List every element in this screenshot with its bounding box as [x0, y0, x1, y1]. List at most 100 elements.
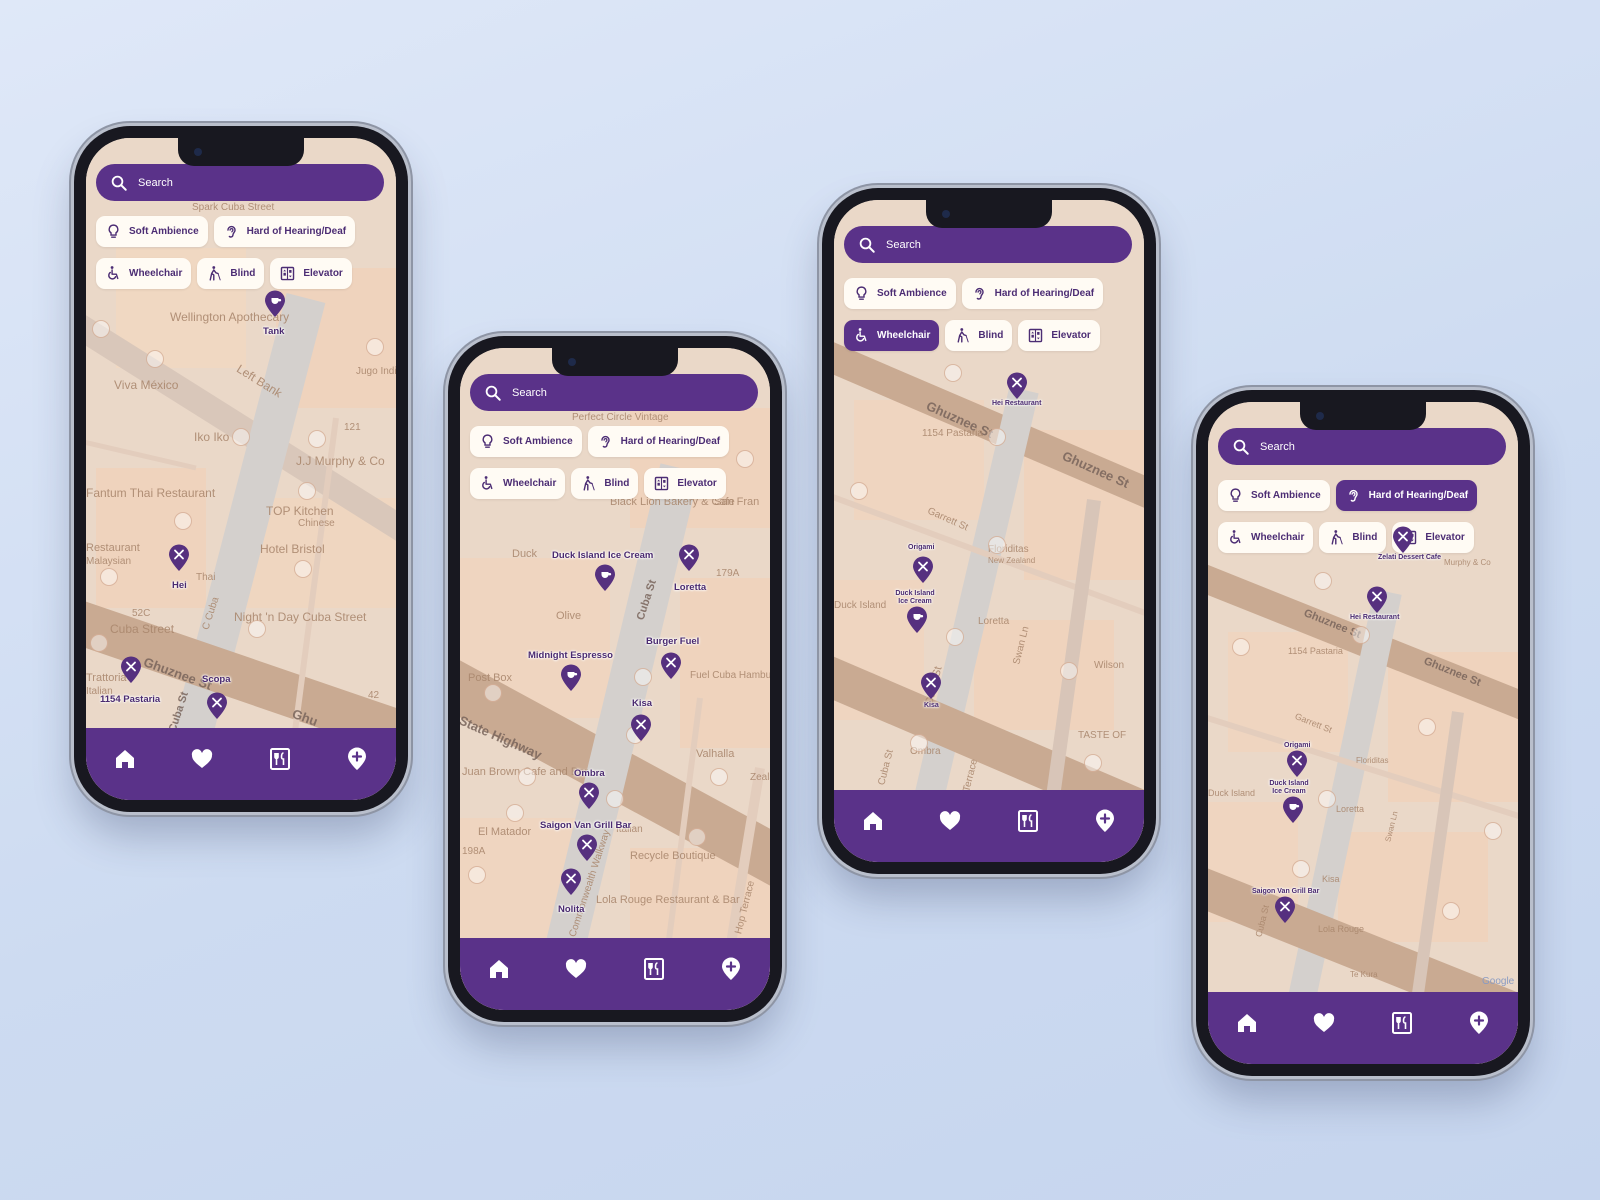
map-poi-icon[interactable]	[910, 734, 928, 752]
nav-menu-button[interactable]	[1015, 808, 1041, 834]
filter-chip-hearing[interactable]: Hard of Hearing/Deaf	[587, 426, 730, 457]
filter-chip-wheelchair[interactable]: Wheelchair	[1218, 522, 1314, 553]
map-label: Chinese	[298, 518, 335, 529]
nav-home-button[interactable]	[860, 808, 886, 834]
map-poi-icon[interactable]	[484, 684, 502, 702]
map-poi-icon[interactable]	[1418, 718, 1436, 736]
map-label: 1154 Pastaria	[922, 428, 983, 439]
map-poi-icon[interactable]	[944, 364, 962, 382]
restaurant-pin-icon[interactable]	[168, 544, 190, 572]
filter-chip-elevator[interactable]: Elevator	[644, 468, 726, 499]
map-poi-icon[interactable]	[988, 536, 1006, 554]
map-label: Kisa	[1322, 874, 1340, 884]
map-poi-icon[interactable]	[688, 828, 706, 846]
restaurant-pin-icon[interactable]	[630, 714, 652, 742]
map-poi-icon[interactable]	[988, 428, 1006, 446]
nav-favorites-button[interactable]	[937, 808, 963, 834]
map-poi-icon[interactable]	[366, 338, 384, 356]
filter-chip-blind[interactable]: Blind	[571, 468, 639, 499]
map-poi-icon[interactable]	[174, 512, 192, 530]
restaurant-pin-icon[interactable]	[1006, 372, 1028, 400]
filter-chip-blind[interactable]: Blind	[1319, 522, 1387, 553]
blind-walker-icon	[957, 328, 970, 343]
map-poi-icon[interactable]	[1352, 626, 1370, 644]
map-poi-icon[interactable]	[518, 768, 536, 786]
restaurant-pin-icon[interactable]	[678, 544, 700, 572]
map-poi-icon[interactable]	[294, 560, 312, 578]
map-poi-icon[interactable]	[1484, 822, 1502, 840]
nav-menu-button[interactable]	[1389, 1010, 1415, 1036]
map-poi-icon[interactable]	[606, 790, 624, 808]
filter-chip-hearing[interactable]: Hard of Hearing/Deaf	[961, 278, 1104, 309]
map-poi-icon[interactable]	[634, 668, 652, 686]
nav-add-location-button[interactable]	[718, 956, 744, 982]
search-bar[interactable]: Search	[1218, 428, 1506, 465]
map-poi-icon[interactable]	[92, 320, 110, 338]
map-poi-icon[interactable]	[1314, 572, 1332, 590]
pin-label: Tank	[263, 326, 285, 337]
map-poi-icon[interactable]	[232, 428, 250, 446]
filter-chip-wheelchair[interactable]: Wheelchair	[844, 320, 940, 351]
nav-add-location-button[interactable]	[1092, 808, 1118, 834]
nav-menu-button[interactable]	[267, 746, 293, 772]
restaurant-pin-icon[interactable]	[1274, 896, 1296, 924]
filter-chip-hearing[interactable]: Hard of Hearing/Deaf	[1335, 480, 1478, 511]
filter-chip-elevator[interactable]: Elevator	[270, 258, 352, 289]
map-poi-icon[interactable]	[710, 768, 728, 786]
filter-chips: Soft Ambience Hard of Hearing/Deaf Wheel…	[1218, 480, 1508, 564]
nav-home-button[interactable]	[486, 956, 512, 982]
search-bar[interactable]: Search	[96, 164, 384, 201]
map-poi-icon[interactable]	[946, 628, 964, 646]
map-poi-icon[interactable]	[248, 620, 266, 638]
filter-chip-soft-ambience[interactable]: Soft Ambience	[96, 216, 208, 247]
restaurant-pin-icon[interactable]	[1286, 750, 1308, 778]
nav-menu-button[interactable]	[641, 956, 667, 982]
nav-home-button[interactable]	[1234, 1010, 1260, 1036]
nav-favorites-button[interactable]	[1311, 1010, 1337, 1036]
filter-chip-blind[interactable]: Blind	[197, 258, 265, 289]
map-poi-icon[interactable]	[100, 568, 118, 586]
map-poi-icon[interactable]	[1060, 662, 1078, 680]
search-bar[interactable]: Search	[470, 374, 758, 411]
nav-favorites-button[interactable]	[563, 956, 589, 982]
nav-add-location-button[interactable]	[344, 746, 370, 772]
map-poi-icon[interactable]	[1292, 860, 1310, 878]
restaurant-pin-icon[interactable]	[912, 556, 934, 584]
filter-chip-soft-ambience[interactable]: Soft Ambience	[1218, 480, 1330, 511]
map-poi-icon[interactable]	[468, 866, 486, 884]
restaurant-pin-icon[interactable]	[206, 692, 228, 720]
cafe-pin-icon[interactable]	[560, 664, 582, 692]
filter-chip-soft-ambience[interactable]: Soft Ambience	[844, 278, 956, 309]
map-poi-icon[interactable]	[146, 350, 164, 368]
map-poi-icon[interactable]	[308, 430, 326, 448]
map-poi-icon[interactable]	[1084, 754, 1102, 772]
nav-home-button[interactable]	[112, 746, 138, 772]
filter-chip-hearing[interactable]: Hard of Hearing/Deaf	[213, 216, 356, 247]
filter-chip-soft-ambience[interactable]: Soft Ambience	[470, 426, 582, 457]
map-poi-icon[interactable]	[298, 482, 316, 500]
nav-add-location-button[interactable]	[1466, 1010, 1492, 1036]
cafe-pin-icon[interactable]	[594, 564, 616, 592]
map-poi-icon[interactable]	[1442, 902, 1460, 920]
restaurant-pin-icon[interactable]	[920, 672, 942, 700]
map-poi-icon[interactable]	[1232, 638, 1250, 656]
filter-chip-blind[interactable]: Blind	[945, 320, 1013, 351]
filter-chip-wheelchair[interactable]: Wheelchair	[470, 468, 566, 499]
filter-chip-wheelchair[interactable]: Wheelchair	[96, 258, 192, 289]
restaurant-pin-icon[interactable]	[1366, 586, 1388, 614]
restaurant-pin-icon[interactable]	[120, 656, 142, 684]
map-poi-icon[interactable]	[90, 634, 108, 652]
restaurant-pin-icon[interactable]	[1392, 526, 1414, 554]
nav-favorites-button[interactable]	[189, 746, 215, 772]
cafe-pin-icon[interactable]	[906, 606, 928, 634]
restaurant-pin-icon[interactable]	[560, 868, 582, 896]
restaurant-pin-icon[interactable]	[576, 834, 598, 862]
map-poi-icon[interactable]	[1318, 790, 1336, 808]
restaurant-pin-icon[interactable]	[660, 652, 682, 680]
map-poi-icon[interactable]	[850, 482, 868, 500]
cafe-pin-icon[interactable]	[1282, 796, 1304, 824]
map-poi-icon[interactable]	[506, 804, 524, 822]
restaurant-pin-icon[interactable]	[578, 782, 600, 810]
search-bar[interactable]: Search	[844, 226, 1132, 263]
filter-chip-elevator[interactable]: Elevator	[1018, 320, 1100, 351]
